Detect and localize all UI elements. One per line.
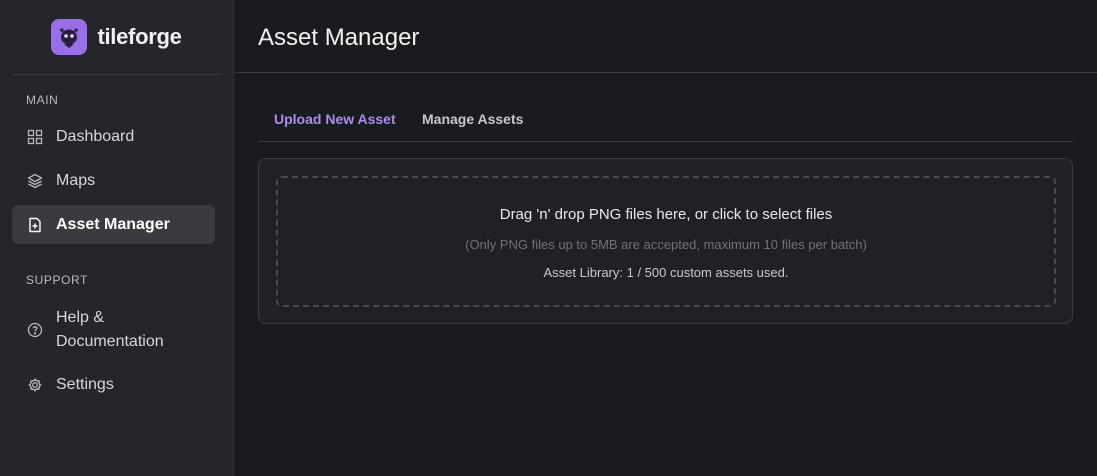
section-label-support: SUPPORT <box>26 273 88 287</box>
brand[interactable]: tileforge <box>12 0 221 75</box>
tab-manage-assets[interactable]: Manage Assets <box>422 111 523 127</box>
library-usage-status: Asset Library: 1 / 500 custom assets use… <box>543 265 789 280</box>
app-name: tileforge <box>97 24 182 49</box>
sidebar-item-label: Settings <box>56 376 114 393</box>
sidebar-item-dashboard[interactable]: Dashboard <box>12 118 215 156</box>
file-dropzone[interactable]: Drag 'n' drop PNG files here, or click t… <box>276 176 1056 307</box>
sidebar-item-maps[interactable]: Maps <box>12 162 215 200</box>
upload-card: Drag 'n' drop PNG files here, or click t… <box>258 158 1073 324</box>
help-circle-icon <box>27 322 43 338</box>
sidebar-item-label: Maps <box>56 172 96 189</box>
dropzone-title: Drag 'n' drop PNG files here, or click t… <box>499 206 833 223</box>
page-title: Asset Manager <box>258 24 420 51</box>
sidebar-item-label: Asset Manager <box>56 215 170 233</box>
sidebar: tileforge MAIN Dashboard Maps Asset Mana… <box>0 0 234 476</box>
gear-icon <box>28 378 42 392</box>
sidebar-item-help[interactable]: Help & Documentation <box>12 305 215 355</box>
sidebar-item-asset-manager[interactable]: Asset Manager <box>12 205 215 244</box>
top-bar: Asset Manager <box>235 0 1097 73</box>
layers-icon <box>27 173 43 189</box>
section-label-main: MAIN <box>26 93 59 107</box>
file-plus-icon <box>29 217 41 232</box>
tab-upload-new-asset[interactable]: Upload New Asset <box>274 111 396 127</box>
grid-icon <box>27 129 43 145</box>
sidebar-item-label: Help & Documentation <box>56 309 164 350</box>
gargoyle-icon <box>51 19 88 55</box>
sidebar-item-settings[interactable]: Settings <box>12 366 215 404</box>
sidebar-item-label: Dashboard <box>56 128 135 145</box>
asset-tabs: Upload New Asset Manage Assets <box>258 100 1073 142</box>
dropzone-hint: (Only PNG files up to 5MB are accepted, … <box>465 237 867 252</box>
